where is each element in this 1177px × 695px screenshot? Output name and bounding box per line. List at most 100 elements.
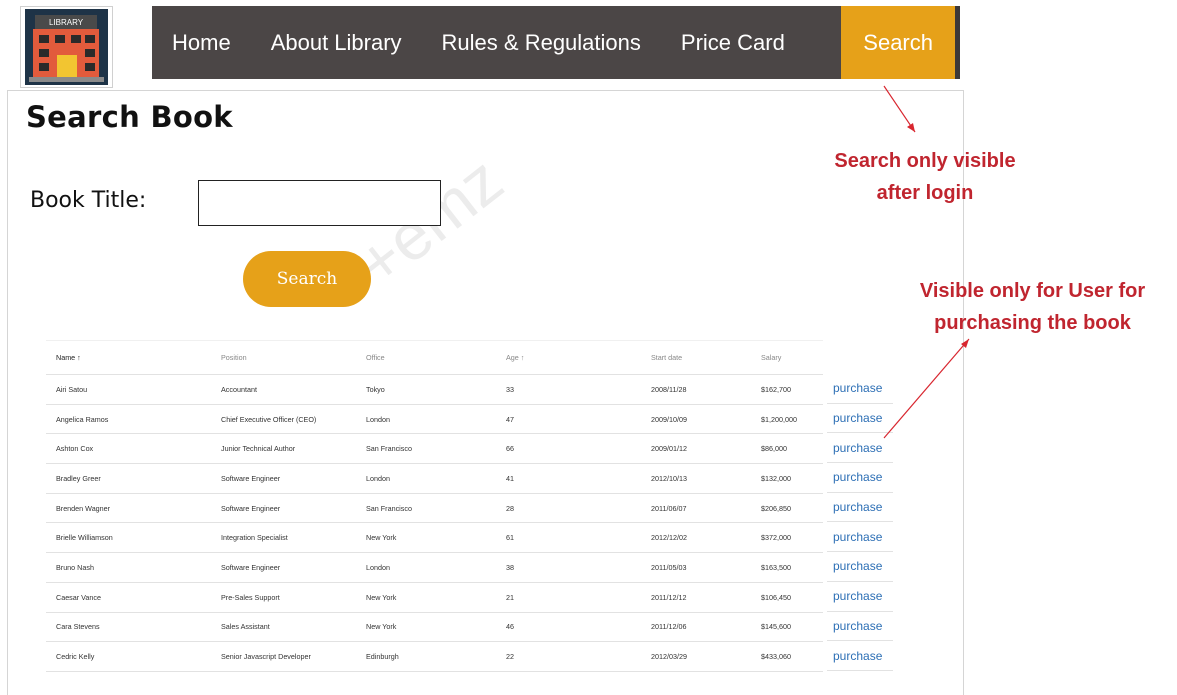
cell-name: Brenden Wagner xyxy=(46,493,211,524)
cell-name: Angelica Ramos xyxy=(46,404,211,435)
purchase-link[interactable]: purchase xyxy=(827,404,893,434)
column-header-position[interactable]: Position xyxy=(211,340,356,375)
cell-age: 46 xyxy=(496,612,641,643)
cell-office: New York xyxy=(356,582,496,613)
search-visibility-note: Search only visible after login xyxy=(790,145,1060,209)
purchase-link[interactable]: purchase xyxy=(827,641,893,671)
cell-office: Edinburgh xyxy=(356,641,496,672)
table-row: Brielle Williamson Integration Specialist… xyxy=(46,522,823,554)
navbar-edge xyxy=(955,6,960,79)
cell-position: Accountant xyxy=(211,374,356,405)
cell-office: San Francisco xyxy=(356,493,496,524)
cell-office: New York xyxy=(356,522,496,554)
cell-age: 21 xyxy=(496,582,641,613)
cell-position: Sales Assistant xyxy=(211,612,356,643)
cell-salary: $1,200,000 xyxy=(751,404,823,435)
table-row: Brenden Wagner Software Engineer San Franc… xyxy=(46,493,823,524)
table-row: Caesar Vance Pre-Sales Support New York 21 2… xyxy=(46,582,823,613)
book-title-input[interactable] xyxy=(198,180,441,226)
library-logo[interactable]: LIBRARY xyxy=(20,6,113,88)
cell-position: Software Engineer xyxy=(211,463,356,494)
cell-name: Caesar Vance xyxy=(46,582,211,613)
nav-rules-regulations[interactable]: Rules & Regulations xyxy=(422,6,661,79)
table-row: Angelica Ramos Chief Executive Officer (C… xyxy=(46,404,823,435)
cell-salary: $433,060 xyxy=(751,641,823,672)
svg-text:LIBRARY: LIBRARY xyxy=(49,18,84,27)
nav-price-card[interactable]: Price Card xyxy=(661,6,805,79)
column-header-start-date[interactable]: Start date xyxy=(641,340,751,375)
cell-salary: $145,600 xyxy=(751,612,823,643)
cell-start-date: 2011/12/12 xyxy=(641,582,751,613)
main-navbar: Home About Library Rules & Regulations P… xyxy=(152,6,960,79)
nav-about-library[interactable]: About Library xyxy=(251,6,422,79)
cell-name: Ashton Cox xyxy=(46,433,211,465)
cell-office: London xyxy=(356,552,496,583)
purchase-link[interactable]: purchase xyxy=(827,612,893,642)
cell-position: Software Engineer xyxy=(211,493,356,524)
library-building-icon: LIBRARY xyxy=(21,7,112,87)
cell-age: 66 xyxy=(496,433,641,465)
cell-position: Integration Specialist xyxy=(211,522,356,554)
cell-office: Tokyo xyxy=(356,374,496,405)
book-title-label: Book Title: xyxy=(30,188,147,213)
purchase-link[interactable]: purchase xyxy=(827,582,893,612)
table-row: Cara Stevens Sales Assistant New York 46 201… xyxy=(46,612,823,643)
cell-start-date: 2012/03/29 xyxy=(641,641,751,672)
cell-start-date: 2011/06/07 xyxy=(641,493,751,524)
cell-position: Chief Executive Officer (CEO) xyxy=(211,404,356,435)
purchase-visibility-note: Visible only for User for purchasing the… xyxy=(885,275,1177,339)
cell-start-date: 2011/05/03 xyxy=(641,552,751,583)
cell-office: San Francisco xyxy=(356,433,496,465)
cell-salary: $372,000 xyxy=(751,522,823,554)
table-row: Ashton Cox Junior Technical Author San Fra… xyxy=(46,433,823,465)
cell-office: London xyxy=(356,404,496,435)
cell-start-date: 2012/10/13 xyxy=(641,463,751,494)
books-table: Name ↑ Position Office Age ↑ Start date … xyxy=(46,340,823,672)
purchase-link[interactable]: purchase xyxy=(827,493,893,523)
cell-salary: $132,000 xyxy=(751,463,823,494)
column-header-age[interactable]: Age ↑ xyxy=(496,340,641,375)
purchase-link[interactable]: purchase xyxy=(827,552,893,582)
cell-salary: $162,700 xyxy=(751,374,823,405)
purchase-link[interactable]: purchase xyxy=(827,374,893,404)
cell-office: New York xyxy=(356,612,496,643)
table-row: Airi Satou Accountant Tokyo 33 2008/11/28 $16… xyxy=(46,374,823,405)
purchase-link[interactable]: purchase xyxy=(827,522,893,553)
cell-name: Airi Satou xyxy=(46,374,211,405)
cell-name: Bradley Greer xyxy=(46,463,211,494)
purchase-note-line-2: purchasing the book xyxy=(934,312,1131,334)
cell-name: Cara Stevens xyxy=(46,612,211,643)
cell-start-date: 2008/11/28 xyxy=(641,374,751,405)
cell-office: London xyxy=(356,463,496,494)
cell-age: 41 xyxy=(496,463,641,494)
cell-age: 61 xyxy=(496,522,641,554)
search-note-line-1: Search only visible xyxy=(834,150,1016,172)
purchase-link[interactable]: purchase xyxy=(827,463,893,493)
column-header-name[interactable]: Name ↑ xyxy=(46,340,211,375)
cell-salary: $106,450 xyxy=(751,582,823,613)
search-button[interactable]: Search xyxy=(243,251,371,307)
cell-age: 22 xyxy=(496,641,641,672)
cell-salary: $86,000 xyxy=(751,433,823,465)
cell-name: Bruno Nash xyxy=(46,552,211,583)
nav-search[interactable]: Search xyxy=(841,6,955,79)
cell-name: Cedric Kelly xyxy=(46,641,211,672)
table-row: Cedric Kelly Senior Javascript Developer E… xyxy=(46,641,823,672)
cell-age: 47 xyxy=(496,404,641,435)
cell-name: Brielle Williamson xyxy=(46,522,211,554)
cell-position: Senior Javascript Developer xyxy=(211,641,356,672)
cell-age: 38 xyxy=(496,552,641,583)
table-row: Bradley Greer Software Engineer London 41 20… xyxy=(46,463,823,494)
cell-start-date: 2009/10/09 xyxy=(641,404,751,435)
column-header-office[interactable]: Office xyxy=(356,340,496,375)
column-header-salary[interactable]: Salary xyxy=(751,340,823,375)
purchase-note-line-1: Visible only for User for xyxy=(919,280,1146,302)
nav-home[interactable]: Home xyxy=(152,6,251,79)
cell-position: Pre-Sales Support xyxy=(211,582,356,613)
purchase-link[interactable]: purchase xyxy=(827,433,893,464)
table-row: Bruno Nash Software Engineer London 38 2011/… xyxy=(46,552,823,583)
cell-start-date: 2012/12/02 xyxy=(641,522,751,554)
cell-age: 33 xyxy=(496,374,641,405)
purchase-column: purchase purchase purchase purchase purc… xyxy=(827,374,893,671)
page-title: Search Book xyxy=(26,100,233,134)
